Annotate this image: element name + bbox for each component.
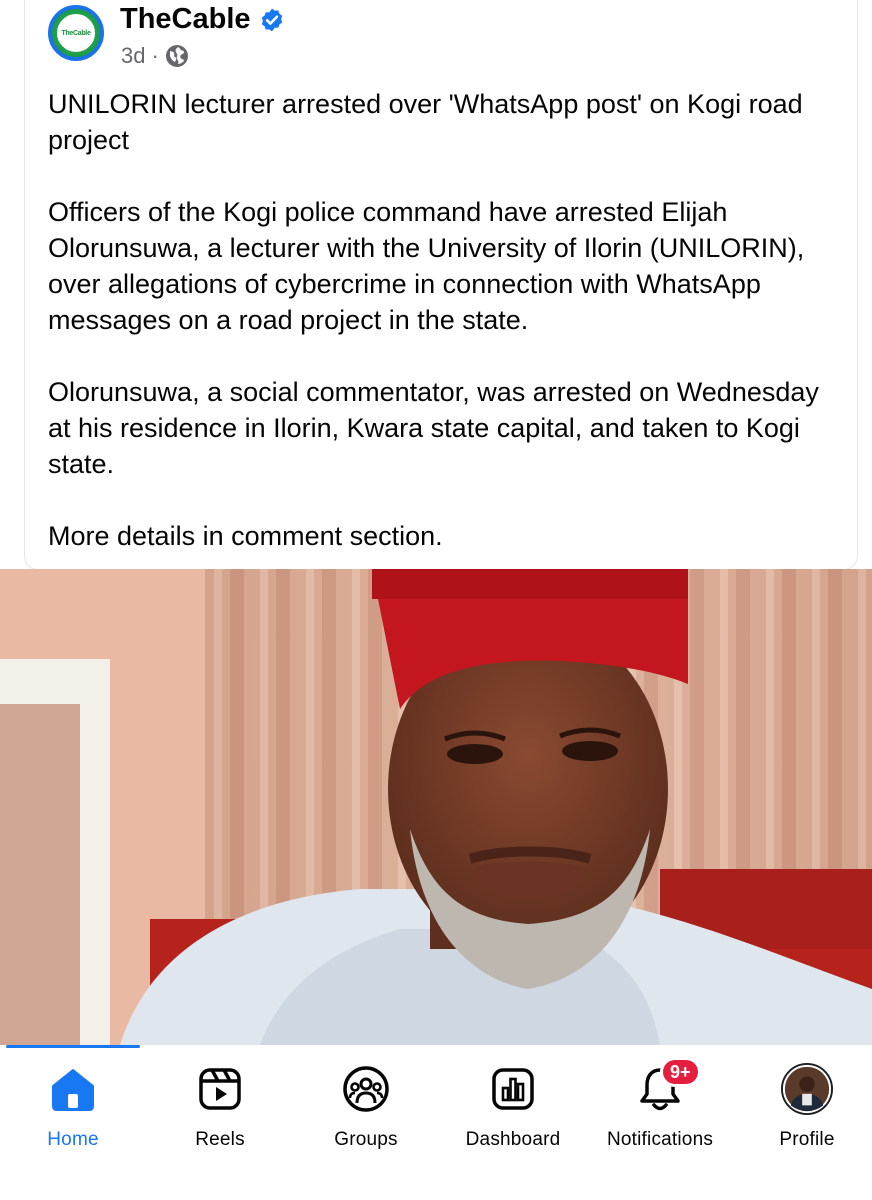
post-meta: 3d · [121, 43, 189, 69]
profile-avatar [781, 1063, 833, 1115]
post-paragraph: Olorunsuwa, a social commentator, was ar… [48, 377, 819, 479]
post-headline: UNILORIN lecturer arrested over 'WhatsAp… [48, 89, 803, 155]
nav-profile-label: Profile [779, 1129, 835, 1150]
dashboard-icon [487, 1063, 539, 1115]
groups-icon [340, 1063, 392, 1115]
nav-groups[interactable]: Groups [296, 1063, 436, 1173]
nav-profile[interactable]: Profile [737, 1063, 872, 1173]
post-paragraph: More details in comment section. [48, 521, 443, 551]
globe-icon [165, 45, 188, 67]
nav-home[interactable]: Home [3, 1063, 143, 1173]
nav-notifications[interactable]: 9+ Notifications [590, 1057, 730, 1173]
nav-home-label: Home [47, 1129, 99, 1150]
bottom-navigation: Home Reels Groups Dashboard 9+ Notificat… [0, 1045, 872, 1200]
nav-groups-label: Groups [334, 1129, 398, 1150]
post-time[interactable]: 3d [121, 43, 145, 69]
page-name[interactable]: TheCable [120, 3, 251, 36]
bell-icon: 9+ [634, 1057, 701, 1115]
meta-separator: · [151, 43, 159, 68]
post-photo[interactable] [0, 569, 872, 1045]
verified-badge-icon [261, 8, 282, 31]
reels-icon [194, 1063, 246, 1115]
thecable-logo: TheCable [54, 11, 98, 55]
active-tab-indicator [6, 1045, 140, 1048]
nav-dashboard[interactable]: Dashboard [443, 1063, 583, 1173]
nav-dashboard-label: Dashboard [465, 1129, 561, 1150]
post-paragraph: Officers of the Kogi police command have… [48, 197, 805, 335]
photo-illustration [0, 569, 872, 1045]
nav-notifications-label: Notifications [606, 1129, 714, 1150]
home-icon [47, 1063, 99, 1115]
page-name-row: TheCable [120, 3, 285, 36]
nav-reels[interactable]: Reels [150, 1063, 290, 1173]
notification-count-badge: 9+ [660, 1057, 701, 1087]
nav-reels-label: Reels [195, 1129, 245, 1150]
post-text: UNILORIN lecturer arrested over 'WhatsAp… [48, 86, 848, 590]
page-avatar[interactable]: TheCable [48, 5, 104, 61]
